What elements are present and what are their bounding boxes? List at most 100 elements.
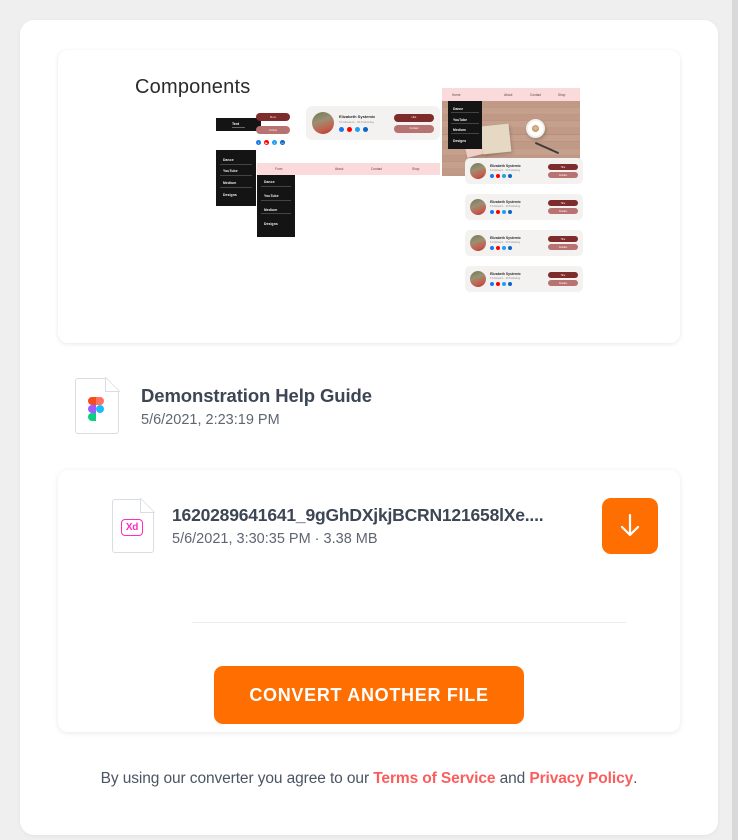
preview-site-nav-item: Home <box>452 92 461 97</box>
page-scrollbar[interactable] <box>732 0 738 840</box>
convert-another-file-button[interactable]: CONVERT ANOTHER FILE <box>214 666 524 724</box>
footer-prefix-text: By using our converter you agree to our <box>100 770 374 787</box>
preview-profile-socials <box>490 282 548 287</box>
preview-profile-list-item: Elizabeth Systemic 5 Followers · 20 Foll… <box>465 230 583 256</box>
source-file-meta: Demonstration Help Guide 5/6/2021, 2:23:… <box>141 385 372 428</box>
preview-profile-list-item: Elizabeth Systemic 5 Followers · 20 Foll… <box>465 194 583 220</box>
preview-profile-socials <box>339 127 394 132</box>
xd-file-icon: Xd <box>112 498 155 553</box>
preview-profile-card-list: Elizabeth Systemic 5 Followers · 20 Foll… <box>465 158 583 302</box>
preview-profile-button: Hire <box>548 236 578 242</box>
youtube-icon <box>496 174 500 179</box>
divider <box>192 622 626 623</box>
download-arrow-icon <box>620 513 640 537</box>
preview-profile-name: Elizabeth Systemic <box>490 235 521 240</box>
preview-nav-item: Medium <box>220 181 252 188</box>
facebook-icon <box>490 174 494 179</box>
preview-nav-item: Dance <box>261 180 291 187</box>
photo-notebook <box>480 123 512 155</box>
preview-nav-item: YouTube <box>220 169 252 177</box>
source-file-row: Demonstration Help Guide 5/6/2021, 2:23:… <box>75 377 372 434</box>
preview-profile-button: Hire <box>548 272 578 278</box>
preview-profile-name: Elizabeth Systemic <box>339 114 376 119</box>
preview-nav-item: Designs <box>223 192 237 197</box>
preview-profile-button: Contact <box>548 172 578 178</box>
dribbble-icon <box>508 210 512 215</box>
preview-nav-item: YouTube <box>451 117 479 124</box>
figma-logo-icon <box>88 397 106 423</box>
detail-separator: · <box>310 531 324 547</box>
youtube-icon <box>496 282 500 287</box>
preview-profile-name: Elizabeth Systemic <box>490 163 521 168</box>
preview-profile-button: Hire <box>548 164 578 170</box>
preview-heading: Components <box>135 76 251 98</box>
facebook-icon <box>490 246 494 251</box>
download-card: Xd 1620289641641_9gGhDXjkjBCRN121658lXe.… <box>58 470 680 732</box>
preview-site-nav-item: Contact <box>530 92 541 97</box>
preview-site-nav-item: Shop <box>558 92 566 97</box>
facebook-icon <box>490 282 494 287</box>
youtube-icon: ▶ <box>264 140 269 145</box>
file-preview-card[interactable]: Components Text Dance YouTube Medium Des… <box>58 50 680 343</box>
preview-pill-label: More <box>269 115 277 119</box>
preview-profile-list-item: Elizabeth Systemic 5 Followers · 20 Foll… <box>465 158 583 184</box>
preview-pink-navbar: Form About Contact Shop <box>257 163 440 175</box>
preview-pinkbar-item: Contact <box>371 167 382 171</box>
preview-social-row: f ▶ t in <box>256 140 285 145</box>
xd-badge-label: Xd <box>121 519 143 536</box>
preview-pill-primary: More <box>256 113 290 121</box>
preview-nav-item: Designs <box>264 221 278 226</box>
preview-pinkbar-item: Shop <box>412 167 420 171</box>
twitter-icon <box>502 174 506 179</box>
preview-nav-panel-lower: Dance YouTube Medium Designs <box>257 170 295 237</box>
preview-pinkbar-item: About <box>335 167 344 171</box>
preview-profile-button: Hire <box>394 113 434 122</box>
preview-nav-item: Medium <box>451 127 479 135</box>
preview-profile-socials <box>490 210 548 215</box>
twitter-icon <box>502 246 506 251</box>
preview-pill-label: Follow <box>268 128 278 132</box>
preview-nav-item: Designs <box>453 138 467 143</box>
preview-profile-button: Contact <box>548 280 578 286</box>
twitter-icon <box>502 282 506 287</box>
preview-pinkbar-item: Form <box>275 167 283 171</box>
preview-site-navbar: Home About Contact Shop <box>442 88 580 101</box>
converted-file-row: Xd 1620289641641_9gGhDXjkjBCRN121658lXe.… <box>112 498 658 554</box>
preview-nav-item: YouTube <box>261 193 291 201</box>
figma-file-icon <box>75 377 120 434</box>
terms-of-service-link[interactable]: Terms of Service <box>373 770 495 787</box>
avatar <box>470 163 486 179</box>
preview-profile-meta: 5 Followers · 20 Following <box>490 240 521 244</box>
preview-site-dropdown: Dance YouTube Medium Designs <box>448 101 482 149</box>
preview-canvas: Components Text Dance YouTube Medium Des… <box>58 50 680 343</box>
facebook-icon: f <box>256 140 261 145</box>
preview-nav-item: Medium <box>261 207 291 215</box>
preview-site-nav-item: About <box>504 92 513 97</box>
preview-profile-socials <box>490 246 548 251</box>
preview-profile-meta: 5 Followers · 20 Following <box>490 204 521 208</box>
preview-profile-meta: 5 Followers · 20 Following <box>339 120 374 124</box>
dribbble-icon: in <box>280 140 285 145</box>
footer-suffix-text: . <box>633 770 638 787</box>
preview-nav-item: Dance <box>451 106 479 114</box>
youtube-icon <box>496 210 500 215</box>
footer-middle-text: and <box>495 770 530 787</box>
page-root: Components Text Dance YouTube Medium Des… <box>0 0 738 840</box>
photo-pen <box>534 141 560 155</box>
converted-file-name: 1620289641641_9gGhDXjkjBCRN121658lXe.... <box>172 505 544 525</box>
preview-profile-name: Elizabeth Systemic <box>490 199 521 204</box>
preview-nav-item: Dance <box>220 157 252 165</box>
source-file-timestamp: 5/6/2021, 2:23:19 PM <box>141 411 280 428</box>
privacy-policy-link[interactable]: Privacy Policy <box>529 770 633 787</box>
download-button[interactable] <box>602 498 658 554</box>
youtube-icon <box>347 127 352 132</box>
avatar <box>470 271 486 287</box>
converted-file-details: 5/6/2021, 3:30:35 PM · 3.38 MB <box>172 531 588 547</box>
preview-text-label: Text <box>231 122 246 128</box>
preview-profile-name: Elizabeth Systemic <box>490 271 521 276</box>
preview-nav-panel-left: Dance YouTube Medium Designs <box>216 150 256 206</box>
twitter-icon <box>502 210 506 215</box>
preview-profile-meta: 5 Followers · 20 Following <box>490 168 521 172</box>
preview-profile-card: Elizabeth Systemic 5 Followers · 20 Foll… <box>306 106 440 140</box>
preview-pill-secondary: Follow <box>256 126 290 134</box>
